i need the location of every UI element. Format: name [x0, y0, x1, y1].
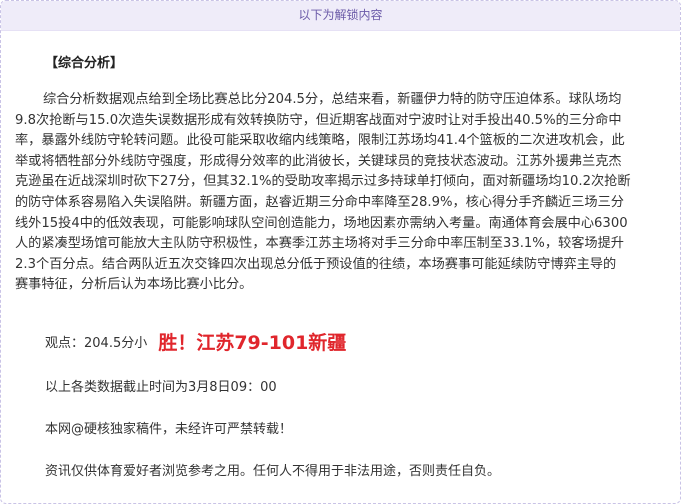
copyright-note: 本网@硬核独家稿件，未经许可严禁转载！ — [45, 422, 293, 437]
section-heading: 【综合分析】 — [45, 56, 124, 71]
analysis-line: 举或将牺牲部分外线防守强度，形成得分效率的此消彼长，关键球员的竞技状态波动。江苏… — [15, 153, 622, 169]
analysis-paragraph: 综合分析数据观点给到全场比赛总比分204.5分，总结来看，新疆伊力特的防守压迫体… — [15, 90, 665, 296]
unlocked-content-panel: 以下为解锁内容 【综合分析】 综合分析数据观点给到全场比赛总比分204.5分，总… — [0, 0, 681, 504]
analysis-line: 9.8次抢断与15.0次造失误数据形成有效转换防守，但近期客战面对宁波时让对手投… — [15, 112, 622, 128]
analysis-line: 线外15投4中的低效表现，可能影响球队空间创造能力，场地因素亦需纳入考量。南通体… — [15, 215, 628, 231]
viewpoint-label: 观点：204.5分小 — [45, 336, 148, 351]
analysis-line: 克逊虽在近战深圳时砍下27分，但其32.1%的受助攻率揭示过多持球单打倾向，面对… — [15, 174, 631, 190]
analysis-line: 2.3个百分点。结合两队近五次交锋四次出现总分低于预设值的往绩，本场赛事可能延续… — [15, 256, 617, 272]
analysis-line: 赛事特征，分析后认为本场比赛小比分。 — [15, 277, 253, 293]
unlock-banner: 以下为解锁内容 — [1, 1, 680, 31]
match-result: 胜！江苏79-101新疆 — [158, 332, 347, 354]
analysis-line: 的防守体系容易陷入失误陷阱。新疆方面，赵睿近期三分命中率降至28.9%，核心得分… — [15, 194, 624, 210]
article-body: 【综合分析】 综合分析数据观点给到全场比赛总比分204.5分，总结来看，新疆伊力… — [1, 31, 680, 503]
viewpoint-row: 观点：204.5分小 胜！江苏79-101新疆 — [45, 328, 346, 360]
analysis-line: 综合分析数据观点给到全场比赛总比分204.5分，总结来看，新疆伊力特的防守压迫体… — [43, 92, 622, 107]
disclaimer-note: 资讯仅供体育爱好者浏览参考之用。任何人不得用于非法用途，否则责任自负。 — [45, 464, 501, 479]
analysis-line: 人的紧凑型场馆可能放大主队防守积极性，本赛季江苏主场将对手三分命中率压制至33.… — [15, 236, 624, 252]
data-cutoff-note: 以上各类数据截止时间为3月8日09：00 — [45, 380, 277, 395]
analysis-line: 率，暴露外线防守轮转问题。此役可能采取收缩内线策略，限制江苏场均41.4个篮板的… — [15, 133, 625, 149]
